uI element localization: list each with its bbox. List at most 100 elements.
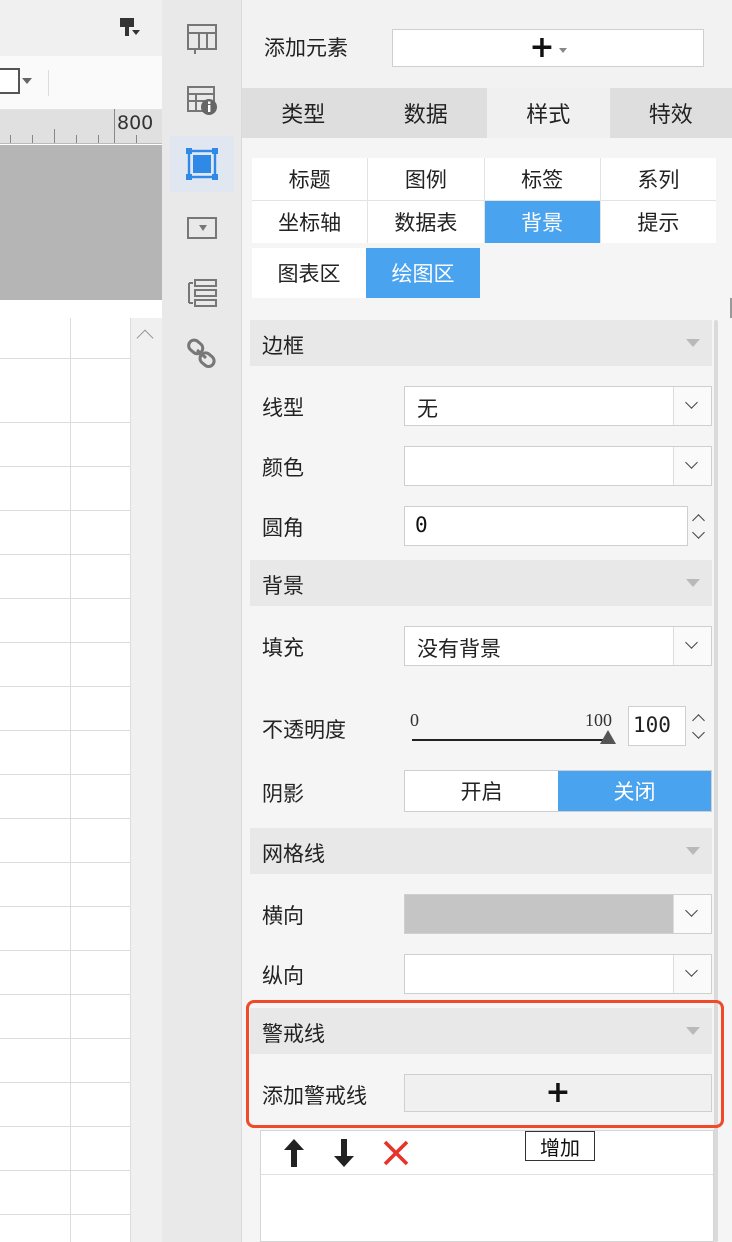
- chevron-down-icon[interactable]: [692, 726, 705, 739]
- subtab-datatable[interactable]: 数据表: [368, 201, 484, 243]
- slider-thumb[interactable]: [600, 730, 616, 744]
- shadow-off-button[interactable]: 关闭: [558, 771, 711, 811]
- grid-column-line: [70, 318, 71, 1242]
- warning-line-list[interactable]: 增加: [260, 1130, 714, 1242]
- chevron-down-icon[interactable]: [686, 579, 700, 587]
- section-background[interactable]: 背景: [250, 560, 712, 606]
- tab-type[interactable]: 类型: [242, 88, 365, 138]
- subtab-title[interactable]: 标题: [252, 158, 368, 200]
- chevron-down-icon[interactable]: [22, 78, 32, 84]
- chevron-down-icon[interactable]: [673, 955, 711, 993]
- list-icon: [188, 279, 217, 307]
- add-element-label: 添加元素: [264, 36, 348, 60]
- style-subtabs-area: 标题 图例 标签 系列 坐标轴 数据表 背景 提示 图表区 绘图区: [242, 138, 732, 298]
- grid-row-line: [0, 1170, 130, 1171]
- arrow-down-icon[interactable]: [329, 1137, 359, 1169]
- border-color-label: 颜色: [262, 456, 304, 480]
- list-add-button[interactable]: 增加: [525, 1131, 595, 1161]
- chevron-down-icon[interactable]: [673, 387, 711, 425]
- line-type-value: 无: [417, 397, 438, 421]
- slider-track[interactable]: [412, 739, 608, 741]
- design-canvas[interactable]: [0, 145, 162, 300]
- grid-row-line: [0, 950, 130, 951]
- style-subtabs: 标题 图例 标签 系列 坐标轴 数据表 背景 提示: [252, 158, 716, 243]
- canvas-header: [0, 0, 162, 56]
- subtab-label[interactable]: 标签: [484, 158, 600, 200]
- opacity-input[interactable]: 100: [628, 706, 686, 746]
- opacity-stepper[interactable]: [688, 706, 710, 746]
- chevron-down-icon[interactable]: [673, 447, 711, 485]
- subtab-series[interactable]: 系列: [600, 158, 716, 200]
- spreadsheet-grid[interactable]: [0, 318, 162, 1242]
- section-border[interactable]: 边框: [250, 320, 712, 366]
- shadow-label: 阴影: [262, 782, 304, 806]
- section-title: 网格线: [262, 842, 325, 866]
- chevron-down-icon[interactable]: [673, 895, 711, 933]
- section-title: 边框: [262, 334, 304, 358]
- grid-scrollbar[interactable]: [130, 318, 162, 1242]
- section-title: 背景: [262, 574, 304, 598]
- grid-row-line: [0, 554, 130, 555]
- tab-data[interactable]: 数据: [364, 88, 487, 138]
- chevron-down-icon[interactable]: [692, 526, 705, 539]
- vertical-grid-label: 纵向: [262, 964, 304, 988]
- grid-row-line: [0, 730, 130, 731]
- tab-style[interactable]: 样式: [487, 88, 610, 138]
- tab-effects[interactable]: 特效: [609, 88, 732, 138]
- border-style-select[interactable]: [0, 68, 20, 94]
- shadow-on-button[interactable]: 开启: [405, 771, 558, 811]
- grid-row-line: [0, 686, 130, 687]
- opacity-slider[interactable]: 0 100: [410, 710, 618, 750]
- grid-row-line: [0, 358, 130, 359]
- chevron-down-icon[interactable]: [673, 627, 711, 665]
- opacity-label: 不透明度: [262, 718, 346, 742]
- chevron-down-icon[interactable]: [686, 847, 700, 855]
- area-tabs: 图表区 绘图区: [252, 248, 480, 298]
- chevron-up-icon[interactable]: [692, 514, 705, 527]
- line-type-label: 线型: [262, 396, 304, 420]
- horizontal-grid-label: 横向: [262, 904, 304, 928]
- format-painter-icon[interactable]: [118, 16, 140, 38]
- tab-plot-area[interactable]: 绘图区: [366, 248, 480, 298]
- horizontal-grid-color-select[interactable]: [404, 894, 712, 934]
- line-type-select[interactable]: 无: [404, 386, 712, 426]
- link-button[interactable]: [170, 326, 234, 382]
- table-info-icon: [187, 86, 217, 115]
- radius-input[interactable]: 0: [404, 506, 688, 546]
- table-info-button[interactable]: [170, 72, 234, 128]
- list-toolbar: 增加: [261, 1131, 713, 1175]
- radius-stepper[interactable]: [688, 506, 710, 546]
- dropdown-widget-button[interactable]: [170, 200, 234, 256]
- layout-button[interactable]: [170, 10, 234, 66]
- ruler-tick: [98, 135, 99, 143]
- grid-row-line: [0, 1082, 130, 1083]
- chevron-up-icon[interactable]: [692, 714, 705, 727]
- chevron-down-icon[interactable]: [686, 339, 700, 347]
- subtab-background[interactable]: 背景: [484, 201, 600, 243]
- subtab-axis[interactable]: 坐标轴: [252, 201, 368, 243]
- grid-row-line: [0, 1214, 130, 1215]
- arrow-up-icon[interactable]: [279, 1137, 309, 1169]
- ruler-tick: [114, 109, 115, 143]
- subtab-legend[interactable]: 图例: [368, 158, 484, 200]
- grid-row-line: [0, 862, 130, 863]
- fill-select[interactable]: 没有背景: [404, 626, 712, 666]
- ruler-tick: [54, 129, 55, 143]
- chevron-up-icon[interactable]: [136, 329, 154, 347]
- fill-value: 没有背景: [417, 637, 501, 661]
- border-color-select[interactable]: [404, 446, 712, 486]
- toolbar-divider: [48, 70, 49, 96]
- section-gridlines[interactable]: 网格线: [250, 828, 712, 874]
- chart-area-button[interactable]: [170, 136, 234, 192]
- grid-row-line: [0, 818, 130, 819]
- delete-x-icon[interactable]: [381, 1137, 411, 1169]
- add-element-button[interactable]: +: [392, 29, 704, 67]
- settings-scroll-area: 边框 线型 无 颜色 圆角 0 背景 填充 没有背景 不透明度 0 100 10…: [242, 298, 732, 1242]
- subtab-tooltip[interactable]: 提示: [600, 201, 716, 243]
- tab-chart-area[interactable]: 图表区: [252, 248, 366, 298]
- grid-row-line: [0, 1126, 130, 1127]
- ruler: 800: [0, 109, 162, 144]
- vertical-grid-color-select[interactable]: [404, 954, 712, 994]
- add-element-row: 添加元素 +: [242, 0, 732, 88]
- list-widget-button[interactable]: [170, 264, 234, 320]
